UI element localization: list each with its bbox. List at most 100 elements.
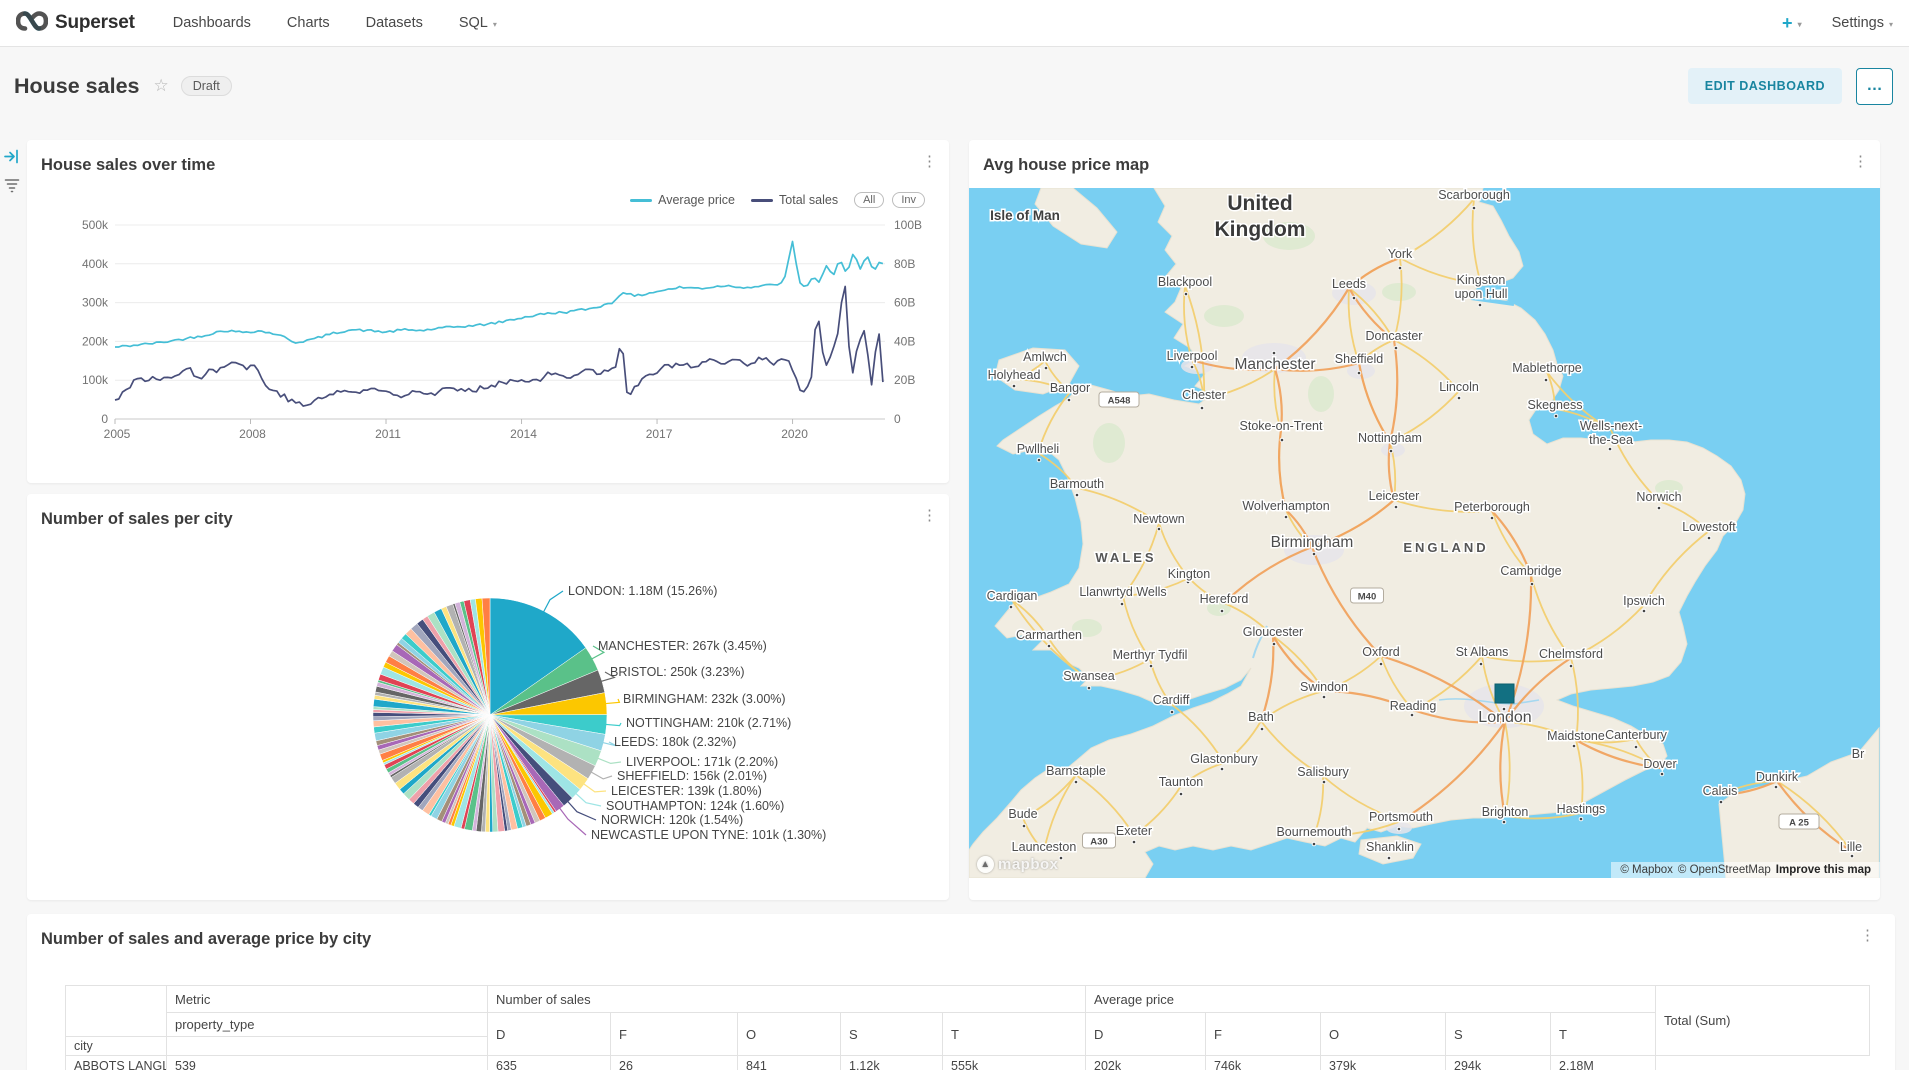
svg-text:Dover: Dover [1643,757,1676,771]
chart-card-avg-house-price-map: Avg house price map ⋮ A548M40A30A 25Scar… [969,140,1880,900]
map-attribution: © Mapbox © OpenStreetMap Improve this ma… [1611,862,1880,878]
brand-name: Superset [55,12,135,34]
svg-text:BIRMINGHAM: 232k (3.00%): BIRMINGHAM: 232k (3.00%) [623,692,786,706]
legend-all-button[interactable]: All [854,192,884,208]
svg-text:200k: 200k [82,334,109,348]
svg-text:Blackpool: Blackpool [1158,275,1212,289]
superset-logo[interactable]: Superset [16,10,135,37]
mapbox-logo[interactable]: ▲ mapbox [977,856,1059,873]
top-navbar: Superset Dashboards Charts Datasets SQL▾… [0,0,1909,47]
chart-title: Avg house price map [983,156,1149,175]
svg-text:20B: 20B [894,373,915,387]
svg-text:Reading: Reading [1390,699,1437,713]
map-city-label: Wells-next-the-Sea [1580,419,1642,451]
legend-swatch [630,199,652,202]
kebab-menu-icon[interactable]: ⋮ [922,508,937,523]
filter-icon[interactable] [3,175,21,198]
legend-item-total-sales[interactable]: Total sales [751,193,838,207]
new-item-button[interactable]: +▾ [1782,13,1802,34]
svg-text:Brighton: Brighton [1482,805,1529,819]
svg-text:Bude: Bude [1008,807,1037,821]
cell-value: 202k [1086,1056,1206,1070]
svg-text:Holyhead: Holyhead [988,368,1041,382]
svg-text:Wolverhampton: Wolverhampton [1242,499,1329,513]
status-badge: Draft [181,76,232,96]
svg-text:WALES: WALES [1095,550,1156,565]
svg-text:Oxford: Oxford [1362,645,1400,659]
svg-text:60B: 60B [894,296,915,310]
edit-dashboard-button[interactable]: EDIT DASHBOARD [1688,68,1842,104]
svg-text:Amlwch: Amlwch [1023,350,1067,364]
chevron-down-icon: ▾ [1798,20,1802,29]
kebab-menu-icon[interactable]: ⋮ [922,154,937,169]
map-city-label: London [1478,707,1531,726]
pie-chart[interactable]: LONDON: 1.18M (15.26%)MANCHESTER: 267k (… [27,494,949,900]
svg-text:100k: 100k [82,373,109,387]
chart-title: Number of sales per city [41,510,233,529]
blank-cell [167,1037,488,1056]
chart-card-sales-per-city: Number of sales per city ⋮ LONDON: 1.18M… [27,494,949,900]
group-header-number-of-sales: Number of sales [488,986,1086,1013]
svg-text:Stoke-on-Trent: Stoke-on-Trent [1240,419,1323,433]
svg-text:A30: A30 [1090,837,1107,848]
subcol-header: F [1206,1013,1321,1056]
svg-text:0: 0 [101,412,108,426]
svg-text:NOTTINGHAM: 210k (2.71%): NOTTINGHAM: 210k (2.71%) [626,716,791,730]
svg-text:ENGLAND: ENGLAND [1403,540,1488,555]
svg-text:Skegness: Skegness [1528,398,1583,412]
nav-item-dashboards[interactable]: Dashboards [173,15,251,31]
svg-text:Peterborough: Peterborough [1454,500,1530,514]
nav-menu: Dashboards Charts Datasets SQL▾ [173,15,497,31]
subcol-header: O [1321,1013,1446,1056]
svg-text:Barnstaple: Barnstaple [1046,764,1106,778]
svg-text:0: 0 [894,412,901,426]
svg-text:Launceston: Launceston [1012,840,1077,854]
svg-text:Canterbury: Canterbury [1605,728,1668,742]
subcol-header: S [1446,1013,1551,1056]
settings-menu[interactable]: Settings▾ [1832,15,1893,31]
cell-value: 539 [167,1056,488,1070]
more-options-button[interactable]: … [1856,68,1893,105]
nav-item-datasets[interactable]: Datasets [366,15,423,31]
svg-text:Swansea: Swansea [1063,669,1114,683]
kebab-menu-icon[interactable]: ⋮ [1860,928,1875,943]
group-header-average-price: Average price [1086,986,1656,1013]
nav-item-sql[interactable]: SQL▾ [459,15,497,31]
legend-inv-button[interactable]: Inv [892,192,925,208]
kebab-menu-icon[interactable]: ⋮ [1853,154,1868,169]
nav-item-charts[interactable]: Charts [287,15,330,31]
svg-text:2014: 2014 [510,427,537,441]
favorite-star-icon[interactable]: ☆ [153,76,168,96]
svg-text:Shanklin: Shanklin [1366,840,1414,854]
mapbox-copyright[interactable]: © Mapbox [1620,864,1673,876]
svg-text:Cardiff: Cardiff [1153,693,1190,707]
cell-value: 746k [1206,1056,1321,1070]
cell-value: 635 [488,1056,611,1070]
legend-item-average-price[interactable]: Average price [630,193,735,207]
osm-copyright[interactable]: © OpenStreetMap [1678,864,1771,876]
subcol-header: F [611,1013,738,1056]
svg-text:Maidstone: Maidstone [1547,729,1605,743]
cell-value: 555k [943,1056,1086,1070]
svg-text:2020: 2020 [781,427,808,441]
svg-text:Llanwrtyd Wells: Llanwrtyd Wells [1079,585,1166,599]
svg-text:Exeter: Exeter [1116,824,1152,838]
subcol-header: T [1551,1013,1656,1056]
svg-text:100B: 100B [894,218,922,232]
cell-value: 294k [1446,1056,1551,1070]
svg-text:Carmarthen: Carmarthen [1016,628,1082,642]
dashboard-grid: House sales over time ⋮ Average price To… [0,125,1909,1070]
svg-text:Lincoln: Lincoln [1439,380,1479,394]
improve-map-link[interactable]: Improve this map [1776,864,1871,876]
svg-text:Lowestoft: Lowestoft [1682,520,1736,534]
subcol-header: S [841,1013,943,1056]
svg-text:500k: 500k [82,218,109,232]
expand-filter-bar-icon[interactable] [3,148,20,170]
svg-text:Taunton: Taunton [1159,775,1204,789]
map-viewport[interactable]: A548M40A30A 25ScarboroughYorkKingstonupo… [969,188,1880,878]
svg-text:Chester: Chester [1182,388,1226,402]
svg-text:80B: 80B [894,257,915,271]
svg-text:Doncaster: Doncaster [1366,329,1423,343]
svg-text:the-Sea: the-Sea [1589,433,1633,447]
chevron-down-icon: ▾ [493,20,497,29]
